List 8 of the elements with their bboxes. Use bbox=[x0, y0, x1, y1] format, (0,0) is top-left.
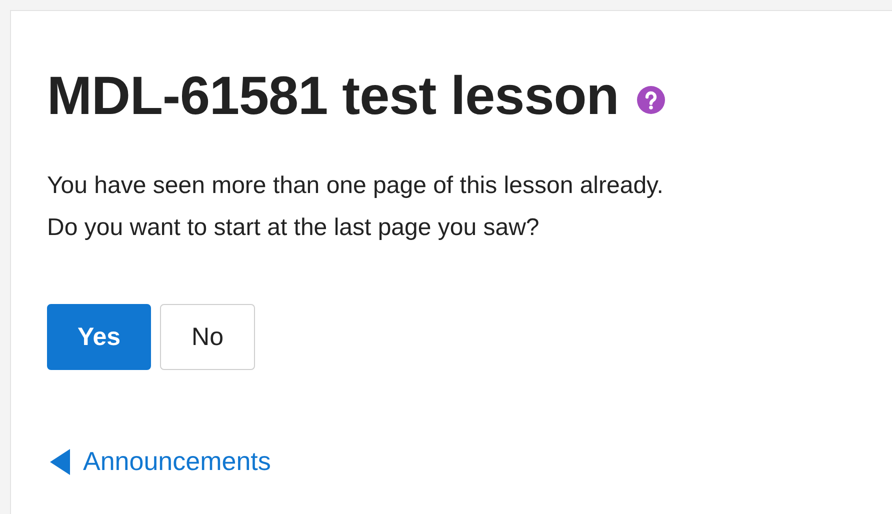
announcements-link[interactable]: Announcements bbox=[50, 446, 271, 477]
yes-button[interactable]: Yes bbox=[47, 304, 151, 370]
left-triangle-icon bbox=[50, 448, 70, 474]
message-text: You have seen more than one page of this lesson already. bbox=[47, 171, 664, 201]
page-title: MDL-61581 test lesson bbox=[47, 65, 619, 127]
no-button[interactable]: No bbox=[160, 304, 255, 370]
help-icon[interactable] bbox=[636, 86, 665, 114]
message-text: Do you want to start at the last page you saw? bbox=[47, 213, 540, 243]
